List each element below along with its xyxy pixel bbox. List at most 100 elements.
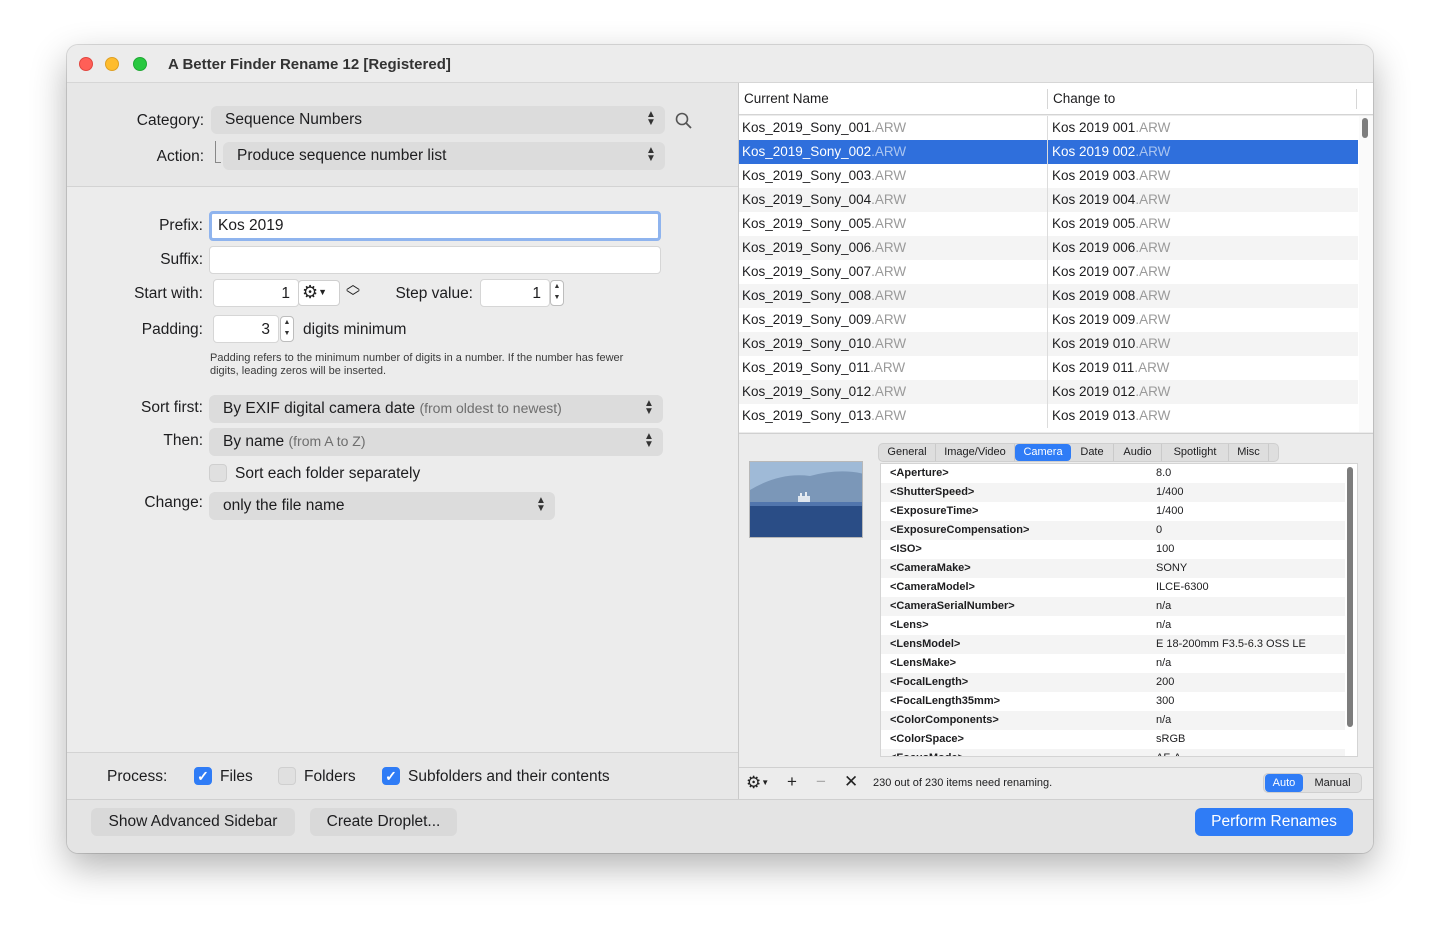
sort-first-popup[interactable]: By EXIF digital camera date (from oldest… xyxy=(209,395,663,423)
prefix-input[interactable]: Kos 2019 xyxy=(209,211,661,241)
tab-audio[interactable]: Audio xyxy=(1114,444,1162,461)
padding-input[interactable]: 3 xyxy=(213,315,279,343)
current-name-cell: Kos_2019_Sony_004.ARW xyxy=(742,192,907,207)
metadata-row[interactable]: <ISO> 100 xyxy=(881,540,1345,559)
table-row[interactable]: Kos_2019_Sony_004.ARW Kos 2019 004.ARW xyxy=(739,188,1358,212)
then-value: By name xyxy=(223,433,285,450)
show-advanced-sidebar-button[interactable]: Show Advanced Sidebar xyxy=(91,808,295,836)
perform-renames-button[interactable]: Perform Renames xyxy=(1195,808,1353,836)
table-row[interactable]: Kos_2019_Sony_002.ARW Kos 2019 002.ARW xyxy=(739,140,1358,164)
then-label: Then: xyxy=(163,432,203,449)
table-row[interactable]: Kos_2019_Sony_001.ARW Kos 2019 001.ARW xyxy=(739,116,1358,140)
close-window-button[interactable] xyxy=(79,57,93,71)
status-text: 230 out of 230 items need renaming. xyxy=(873,777,1053,789)
current-name-cell: Kos_2019_Sony_011.ARW xyxy=(742,360,906,375)
category-popup[interactable]: Sequence Numbers ▲ ▼ xyxy=(211,106,665,134)
metadata-row[interactable]: <CameraSerialNumber> n/a xyxy=(881,597,1345,616)
metadata-key: <CameraModel> xyxy=(890,581,975,593)
new-name-cell: Kos 2019 013.ARW xyxy=(1052,408,1171,423)
scrollbar-thumb[interactable] xyxy=(1362,118,1368,138)
table-row[interactable]: Kos_2019_Sony_012.ARW Kos 2019 012.ARW xyxy=(739,380,1358,404)
mode-auto-button[interactable]: Auto xyxy=(1265,774,1303,792)
metadata-row[interactable]: <ColorSpace> sRGB xyxy=(881,730,1345,749)
zoom-window-button[interactable] xyxy=(133,57,147,71)
minimize-window-button[interactable] xyxy=(105,57,119,71)
metadata-row[interactable]: <CameraMake> SONY xyxy=(881,559,1345,578)
metadata-row[interactable]: <Aperture> 8.0 xyxy=(881,464,1345,483)
new-name-cell: Kos 2019 012.ARW xyxy=(1052,384,1171,399)
step-value-input[interactable]: 1 xyxy=(480,279,550,307)
create-droplet-button[interactable]: Create Droplet... xyxy=(310,808,457,836)
column-change-to[interactable]: Change to xyxy=(1053,91,1115,106)
step-value-label: Step value: xyxy=(395,285,473,302)
metadata-row[interactable]: <ColorComponents> n/a xyxy=(881,711,1345,730)
metadata-row[interactable]: <FocusMode> AF-A xyxy=(881,749,1345,756)
metadata-row[interactable]: <ExposureCompensation> 0 xyxy=(881,521,1345,540)
metadata-key: <LensModel> xyxy=(890,638,961,650)
table-row[interactable]: Kos_2019_Sony_009.ARW Kos 2019 009.ARW xyxy=(739,308,1358,332)
table-row[interactable]: Kos_2019_Sony_006.ARW Kos 2019 006.ARW xyxy=(739,236,1358,260)
metadata-row[interactable]: <LensModel> E 18-200mm F3.5-6.3 OSS LE xyxy=(881,635,1345,654)
new-name-cell: Kos 2019 011.ARW xyxy=(1052,360,1170,375)
start-options-button[interactable]: ⚙▼ xyxy=(298,280,340,306)
sort-each-folder-label: Sort each folder separately xyxy=(235,465,421,482)
column-current-name[interactable]: Current Name xyxy=(744,91,829,106)
tab-general[interactable]: General xyxy=(879,444,936,461)
metadata-row[interactable]: <LensMake> n/a xyxy=(881,654,1345,673)
current-name-cell: Kos_2019_Sony_001.ARW xyxy=(742,120,907,135)
folders-checkbox[interactable] xyxy=(278,767,296,785)
tab-spotlight[interactable]: Spotlight xyxy=(1162,444,1229,461)
settings-menu-button[interactable]: ⚙▼ xyxy=(746,773,769,793)
action-label: Action: xyxy=(156,148,204,165)
metadata-key: <FocusMode> xyxy=(890,752,964,756)
mode-manual-button[interactable]: Manual xyxy=(1304,774,1361,792)
start-with-input[interactable]: 1 xyxy=(213,279,299,307)
sort-each-folder-checkbox[interactable] xyxy=(209,464,227,482)
metadata-row[interactable]: <ShutterSpeed> 1/400 xyxy=(881,483,1345,502)
suffix-input[interactable] xyxy=(209,246,661,274)
current-name-cell: Kos_2019_Sony_005.ARW xyxy=(742,216,907,231)
metadata-key: <ColorComponents> xyxy=(890,714,999,726)
table-row[interactable]: Kos_2019_Sony_003.ARW Kos 2019 003.ARW xyxy=(739,164,1358,188)
prefix-label: Prefix: xyxy=(159,217,203,234)
table-row[interactable]: Kos_2019_Sony_013.ARW Kos 2019 013.ARW xyxy=(739,404,1358,428)
clear-button[interactable]: ✕ xyxy=(844,772,858,792)
remove-button[interactable]: − xyxy=(816,772,826,792)
metadata-scrollbar[interactable] xyxy=(1347,467,1353,727)
metadata-row[interactable]: <CameraModel> ILCE-6300 xyxy=(881,578,1345,597)
column-separator[interactable] xyxy=(1356,89,1357,109)
change-popup[interactable]: only the file name ▲ ▼ xyxy=(209,492,555,520)
tab-camera[interactable]: Camera xyxy=(1015,444,1071,461)
metadata-row[interactable]: <Lens> n/a xyxy=(881,616,1345,635)
metadata-row[interactable]: <ExposureTime> 1/400 xyxy=(881,502,1345,521)
table-row[interactable]: Kos_2019_Sony_007.ARW Kos 2019 007.ARW xyxy=(739,260,1358,284)
column-separator[interactable] xyxy=(1047,89,1048,109)
cell-separator xyxy=(1047,236,1048,260)
metadata-value: n/a xyxy=(1156,657,1172,669)
step-value-stepper[interactable]: ▲ ▼ xyxy=(550,280,564,306)
title-bar: A Better Finder Rename 12 [Registered] xyxy=(67,45,1373,83)
tab-image-video[interactable]: Image/Video xyxy=(936,444,1015,461)
metadata-row[interactable]: <FocalLength> 200 xyxy=(881,673,1345,692)
padding-stepper[interactable]: ▲ ▼ xyxy=(280,316,294,342)
add-button[interactable]: + xyxy=(787,772,797,792)
subfolders-checkbox[interactable]: ✓ xyxy=(382,767,400,785)
metadata-row[interactable]: <FocalLength35mm> 300 xyxy=(881,692,1345,711)
current-name-cell: Kos_2019_Sony_008.ARW xyxy=(742,288,907,303)
tab-misc[interactable]: Misc xyxy=(1229,444,1269,461)
tab-date[interactable]: Date xyxy=(1071,444,1114,461)
file-table-scrollbar[interactable] xyxy=(1359,116,1373,432)
start-stepper[interactable]: ︿ ﹀ xyxy=(346,277,360,304)
then-popup[interactable]: By name (from A to Z) ▲ ▼ xyxy=(209,428,663,456)
new-name-cell: Kos 2019 006.ARW xyxy=(1052,240,1171,255)
table-row[interactable]: Kos_2019_Sony_010.ARW Kos 2019 010.ARW xyxy=(739,332,1358,356)
action-popup[interactable]: Produce sequence number list ▲ ▼ xyxy=(223,142,665,170)
search-icon[interactable] xyxy=(675,112,693,130)
table-row[interactable]: Kos_2019_Sony_005.ARW Kos 2019 005.ARW xyxy=(739,212,1358,236)
metadata-value: n/a xyxy=(1156,600,1172,612)
files-checkbox[interactable]: ✓ xyxy=(194,767,212,785)
action-bracket xyxy=(215,141,221,163)
dropdown-arrow-icon: ▼ xyxy=(761,778,770,787)
table-row[interactable]: Kos_2019_Sony_011.ARW Kos 2019 011.ARW xyxy=(739,356,1358,380)
table-row[interactable]: Kos_2019_Sony_008.ARW Kos 2019 008.ARW xyxy=(739,284,1358,308)
